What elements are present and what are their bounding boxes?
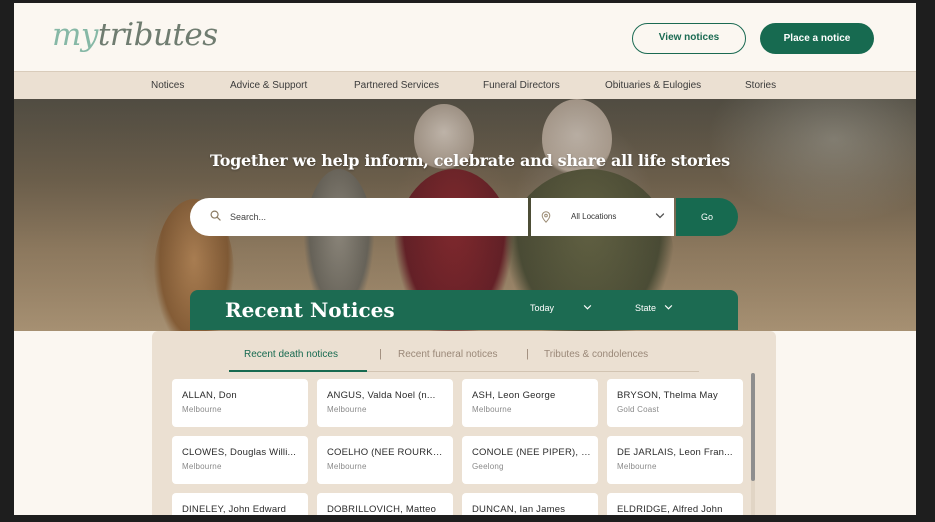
tab-separator: | — [526, 348, 529, 360]
notice-location: Melbourne — [327, 462, 367, 471]
nav-item-advice-support[interactable]: Advice & Support — [230, 80, 307, 91]
place-notice-button[interactable]: Place a notice — [760, 23, 874, 54]
notice-name: CLOWES, Douglas Willi... — [182, 447, 297, 458]
notice-location: Melbourne — [182, 462, 222, 471]
search-bar — [190, 198, 528, 236]
site-logo[interactable]: mytributes — [52, 17, 218, 53]
notice-card[interactable]: DE JARLAIS, Leon Fran... Melbourne — [607, 436, 743, 484]
state-filter[interactable]: State — [635, 303, 656, 313]
nav-item-funeral-directors[interactable]: Funeral Directors — [483, 80, 560, 91]
tab-recent-death-notices[interactable]: Recent death notices — [244, 349, 338, 360]
notice-card[interactable]: DUNCAN, Ian James — [462, 493, 598, 515]
hero-title: Together we help inform, celebrate and s… — [210, 151, 730, 170]
notice-name: DINELEY, John Edward — [182, 504, 287, 515]
nav-item-obituaries-eulogies[interactable]: Obituaries & Eulogies — [605, 80, 701, 91]
notice-card[interactable]: ANGUS, Valda Noel (n... Melbourne — [317, 379, 453, 427]
page-frame: mytributes View notices Place a notice N… — [14, 3, 916, 515]
notice-card[interactable]: ELDRIDGE, Alfred John — [607, 493, 743, 515]
notice-card[interactable]: DOBRILLOVICH, Matteo — [317, 493, 453, 515]
tab-recent-funeral-notices[interactable]: Recent funeral notices — [398, 349, 498, 360]
period-filter[interactable]: Today — [530, 303, 554, 313]
notice-name: ALLAN, Don — [182, 390, 237, 401]
notice-location: Geelong — [472, 462, 504, 471]
nav-item-notices[interactable]: Notices — [151, 80, 184, 91]
nav-item-partnered-services[interactable]: Partnered Services — [354, 80, 439, 91]
notice-location: Melbourne — [472, 405, 512, 414]
notice-card[interactable]: CONOLE (NEE PIPER), M... Geelong — [462, 436, 598, 484]
notice-card[interactable]: ASH, Leon George Melbourne — [462, 379, 598, 427]
main-nav: Notices Advice & Support Partnered Servi… — [14, 71, 916, 99]
notice-card[interactable]: DINELEY, John Edward — [172, 493, 308, 515]
notice-card[interactable]: CLOWES, Douglas Willi... Melbourne — [172, 436, 308, 484]
notice-name: ASH, Leon George — [472, 390, 556, 401]
notice-name: DOBRILLOVICH, Matteo — [327, 504, 437, 515]
go-button[interactable]: Go — [676, 198, 738, 236]
notice-name: DUNCAN, Ian James — [472, 504, 566, 515]
nav-item-stories[interactable]: Stories — [745, 80, 776, 91]
notice-name: DE JARLAIS, Leon Fran... — [617, 447, 733, 458]
notices-panel: Recent death notices | Recent funeral no… — [152, 331, 776, 515]
notice-card[interactable]: ALLAN, Don Melbourne — [172, 379, 308, 427]
location-select[interactable]: All Locations — [531, 198, 674, 236]
tab-separator: | — [379, 348, 382, 360]
logo-suffix: tributes — [97, 17, 218, 53]
active-tab-indicator — [229, 370, 367, 372]
logo-prefix: my — [52, 17, 98, 53]
chevron-down-icon — [655, 213, 665, 219]
notice-location: Gold Coast — [617, 405, 660, 414]
notice-location: Melbourne — [327, 405, 367, 414]
chevron-down-icon[interactable] — [664, 304, 673, 311]
notice-card[interactable]: BRYSON, Thelma May Gold Coast — [607, 379, 743, 427]
notice-location: Melbourne — [182, 405, 222, 414]
site-header: mytributes View notices Place a notice — [14, 3, 916, 71]
notice-name: ANGUS, Valda Noel (n... — [327, 390, 436, 401]
notice-card[interactable]: COELHO (NEE ROURKE),... Melbourne — [317, 436, 453, 484]
recent-notices-title: Recent Notices — [225, 298, 395, 322]
location-value: All Locations — [571, 212, 617, 221]
chevron-down-icon[interactable] — [583, 304, 592, 311]
notice-name: BRYSON, Thelma May — [617, 390, 718, 401]
notice-name: COELHO (NEE ROURKE),... — [327, 447, 447, 458]
notice-name: ELDRIDGE, Alfred John — [617, 504, 723, 515]
search-icon — [210, 210, 221, 221]
notice-name: CONOLE (NEE PIPER), M... — [472, 447, 592, 458]
notice-location: Melbourne — [617, 462, 657, 471]
tab-tributes-condolences[interactable]: Tributes & condolences — [544, 349, 648, 360]
view-notices-button[interactable]: View notices — [632, 23, 746, 54]
notices-scrollbar-thumb[interactable] — [751, 373, 755, 481]
search-input[interactable] — [230, 198, 510, 236]
map-pin-icon — [541, 211, 551, 223]
recent-notices-bar: Recent Notices Today State — [190, 290, 738, 330]
